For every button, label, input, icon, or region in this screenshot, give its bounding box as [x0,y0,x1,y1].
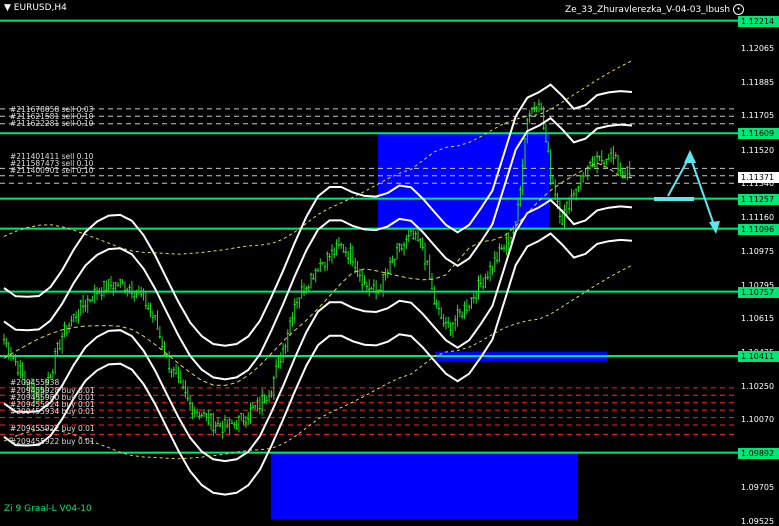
price-tick-label: 1.12065 [741,44,775,54]
price-tick-label: 1.10975 [741,247,775,257]
expert-name: Ze_33_Zhuravlerezka_V-04-03_Ibush • [565,4,745,15]
price-tick-label: 1.10070 [741,415,775,425]
order-label: #209455922 buy 0.01 [10,424,95,433]
order-label: #209455934 buy 0.01 [10,407,95,416]
level-price-label: 1.09892 [738,447,779,459]
order-label: #211622281 sell 0.10 [10,119,94,128]
level-price-label: 1.10757 [738,286,779,298]
order-label: #209455922 buy 0.01 [10,437,95,446]
price-tick-label: 1.11705 [741,111,775,121]
price-tick-label: 1.11520 [741,145,775,155]
support-resistance-zone [271,452,578,519]
chart-menu-icon[interactable]: ▼ [4,3,11,13]
price-tick-label: 1.10615 [741,314,775,324]
current-price-label: 1.11371 [738,172,779,184]
price-tick-label: 1.11885 [741,77,775,87]
slow-ma-lower [3,264,633,460]
forecast-arrow-up [684,150,696,163]
price-tick-label: 1.11160 [741,212,775,222]
symbol-title: ▼ EURUSD,H4 [4,3,67,13]
forecast-arrow-down [709,221,720,234]
forecast-path [667,153,716,229]
level-price-label: 1.10411 [738,351,779,363]
support-resistance-zone [378,133,549,229]
price-tick-label: 1.09705 [741,483,775,493]
price-tick-label: 1.10250 [741,381,775,391]
price-axis[interactable]: 1.12065 1.11885 1.11705 1.11520 1.11340 1.111… [738,0,779,526]
price-chart[interactable] [0,0,779,519]
level-price-label: 1.11609 [738,128,779,140]
indicator-label: Zi 9 Graal-L V04-10 [4,504,92,514]
level-price-label: 1.11096 [738,223,779,235]
chart-area[interactable] [0,0,779,519]
price-tick-label: 1.09525 [741,516,775,526]
order-label: #211400901 sell 0.10 [10,166,94,175]
level-price-label: 1.12214 [738,15,779,27]
level-price-label: 1.11257 [738,193,779,205]
